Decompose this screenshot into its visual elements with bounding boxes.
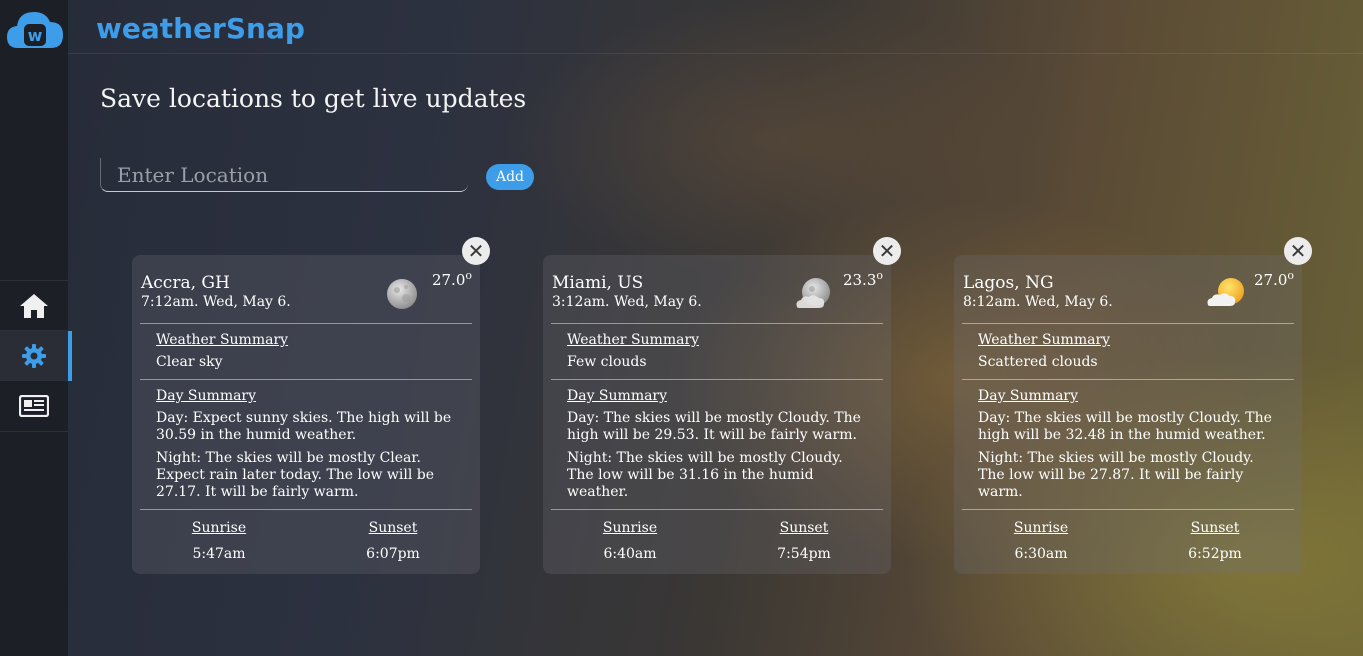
sidebar-item-home[interactable] [0,280,68,331]
day-summary-heading: Day Summary [567,388,668,404]
sunrise-label: Sunrise [191,520,247,536]
temperature: 27.0o [1253,269,1294,289]
sunrise-label: Sunrise [1013,520,1069,536]
sunset-label: Sunset [779,520,829,536]
sidebar-item-settings[interactable] [0,330,72,381]
day-forecast-text: Day: The skies will be mostly Cloudy. Th… [567,410,861,443]
app-title: weatherSnap [96,12,305,45]
sunset-label: Sunset [1190,520,1240,536]
app-logo-icon[interactable]: w [6,8,64,50]
local-time: 8:12am. Wed, May 6. [963,294,1113,310]
location-card: ✕ Miami, US 3:12am. Wed, May 6. 23.3o We… [543,237,901,574]
local-time: 7:12am. Wed, May 6. [141,294,291,310]
weather-summary-text: Few clouds [567,354,647,370]
location-card: ✕ Accra, GH 7:12am. Wed, May 6. 27.0o We… [132,237,490,574]
day-summary-heading: Day Summary [156,388,257,404]
clear-night-moon-icon [387,279,417,309]
sunrise-time: 6:40am [603,546,657,562]
header-divider [68,53,1363,54]
sidebar-item-news[interactable] [0,380,68,432]
location-card: ✕ Lagos, NG 8:12am. Wed, May 6. 27.0o We… [954,237,1312,574]
temperature: 27.0o [431,269,472,289]
weather-summary-heading: Weather Summary [567,332,700,348]
sunset-label: Sunset [368,520,418,536]
local-time: 3:12am. Wed, May 6. [552,294,702,310]
weather-summary-text: Clear sky [156,354,223,370]
page-title: Save locations to get live updates [100,84,527,113]
logo-badge-letter: w [28,26,43,45]
sunset-time: 6:07pm [366,546,420,562]
temperature: 23.3o [842,269,883,289]
home-icon [20,294,48,318]
city-name: Accra, GH [141,273,230,293]
night-forecast-text: Night: The skies will be mostly Cloudy. … [978,450,1254,500]
add-location-button[interactable]: Add [486,164,534,190]
sunset-time: 7:54pm [777,546,831,562]
weather-summary-heading: Weather Summary [156,332,289,348]
gear-icon [22,344,46,368]
cloudy-night-moon-icon [796,278,830,308]
sunrise-time: 6:30am [1014,546,1068,562]
day-summary-heading: Day Summary [978,388,1079,404]
partly-cloudy-sun-icon [1207,278,1244,306]
night-forecast-text: Night: The skies will be mostly Clear. E… [156,450,434,500]
city-name: Miami, US [552,273,644,293]
sunrise-time: 5:47am [192,546,246,562]
sunset-time: 6:52pm [1188,546,1242,562]
weather-summary-heading: Weather Summary [978,332,1111,348]
day-forecast-text: Day: The skies will be mostly Cloudy. Th… [978,410,1272,443]
sunrise-label: Sunrise [602,520,658,536]
weather-summary-text: Scattered clouds [978,354,1098,370]
city-name: Lagos, NG [963,273,1054,293]
day-forecast-text: Day: Expect sunny skies. The high will b… [156,410,452,443]
newspaper-icon [19,395,49,417]
location-input[interactable] [100,158,468,192]
sidebar: w [0,0,72,656]
night-forecast-text: Night: The skies will be mostly Cloudy. … [567,450,843,500]
